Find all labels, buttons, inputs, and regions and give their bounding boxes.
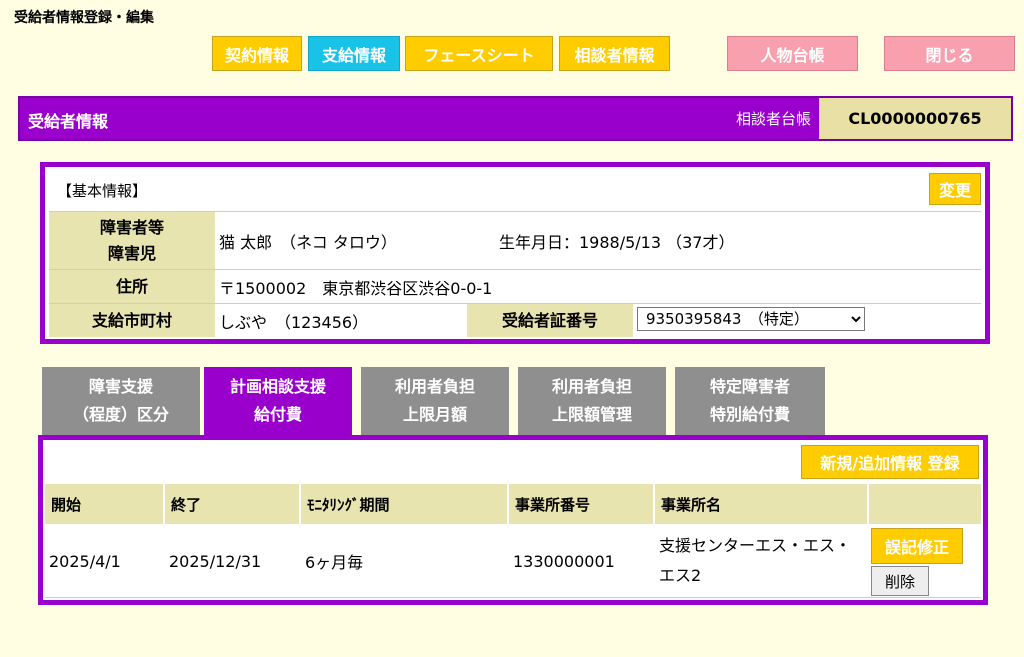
new-registration-button[interactable]: 新規/追加情報 登録 bbox=[801, 445, 979, 479]
address-row: 住所 〒1500002 東京都渋谷区渋谷0-0-1 bbox=[49, 269, 981, 303]
cell-end: 2025/12/31 bbox=[169, 551, 262, 571]
ledger-label: 相談者台帳 bbox=[735, 110, 811, 128]
tab-user-burden-management[interactable]: 利用者負担 上限額管理 bbox=[518, 367, 666, 435]
municipality-row: 支給市町村 しぶや （123456） 受給者証番号 9350395843 （特定… bbox=[49, 303, 981, 337]
tab-plan-consultation[interactable]: 計画相談支援 給付費 bbox=[204, 367, 352, 435]
col-start: 開始 bbox=[45, 484, 165, 524]
table-header-row: 開始 終了 ﾓﾆﾀﾘﾝｸﾞ期間 事業所番号 事業所名 bbox=[45, 484, 981, 524]
birth-date: 生年月日：1988/5/13 （37才） bbox=[499, 232, 735, 252]
tab-label-line1: 特定障害者 bbox=[709, 377, 790, 396]
tab-label-line2: 特別給付費 bbox=[709, 405, 790, 424]
tab-disability-level[interactable]: 障害支援 （程度）区分 bbox=[42, 367, 200, 435]
delete-button[interactable]: 削除 bbox=[871, 566, 929, 596]
contract-info-button[interactable]: 契約情報 bbox=[212, 36, 302, 71]
table-row: 2025/4/1 2025/12/31 6ヶ月毎 1330000001 支援セン… bbox=[45, 524, 981, 598]
tab-special-benefit[interactable]: 特定障害者 特別給付費 bbox=[675, 367, 825, 435]
page-title: 受給者情報登録・編集 bbox=[14, 10, 154, 26]
person-label-line1: 障害者等 bbox=[99, 217, 164, 237]
tab-label-line2: （程度）区分 bbox=[72, 405, 169, 424]
person-row: 障害者等 障害児 猫 太郎 （ネコ タロウ） 生年月日：1988/5/13 （3… bbox=[49, 211, 981, 269]
recipient-header-bar: 受給者情報 相談者台帳 CL0000000765 bbox=[18, 96, 1013, 141]
close-button[interactable]: 閉じる bbox=[884, 36, 1015, 71]
change-button[interactable]: 変更 bbox=[929, 173, 981, 205]
plan-consultation-panel: 新規/追加情報 登録 開始 終了 ﾓﾆﾀﾘﾝｸﾞ期間 事業所番号 事業所名 20… bbox=[38, 435, 988, 605]
address-value: 〒1500002 東京都渋谷区渋谷0-0-1 bbox=[219, 278, 493, 298]
tab-label-line1: 障害支援 bbox=[88, 377, 153, 396]
tab-user-burden-monthly[interactable]: 利用者負担 上限月額 bbox=[361, 367, 509, 435]
person-label: 障害者等 障害児 bbox=[49, 212, 215, 269]
payment-info-button[interactable]: 支給情報 bbox=[308, 36, 400, 71]
cell-monitoring-period: 6ヶ月毎 bbox=[305, 553, 364, 572]
consultant-info-button[interactable]: 相談者情報 bbox=[559, 36, 670, 71]
correction-button[interactable]: 誤記修正 bbox=[871, 528, 963, 564]
facesheet-button[interactable]: フェースシート bbox=[405, 36, 553, 71]
person-name: 猫 太郎 （ネコ タロウ） bbox=[219, 232, 397, 252]
col-actions bbox=[869, 484, 981, 524]
tab-label-line2: 上限月額 bbox=[402, 405, 467, 424]
cert-number-select[interactable]: 9350395843 （特定） bbox=[637, 307, 865, 331]
address-label: 住所 bbox=[49, 270, 215, 303]
cert-number-label: 受給者証番号 bbox=[467, 304, 633, 337]
person-ledger-button[interactable]: 人物台帳 bbox=[727, 36, 858, 71]
municipality-label: 支給市町村 bbox=[49, 304, 215, 337]
tab-label-line1: 利用者負担 bbox=[394, 377, 475, 396]
col-office-number: 事業所番号 bbox=[509, 484, 655, 524]
cell-office-name: 支援センターエス・エス・エス2 bbox=[659, 536, 852, 585]
municipality-value: しぶや （123456） bbox=[219, 312, 369, 332]
recipient-header-title: 受給者情報 bbox=[28, 112, 109, 131]
tab-label-line2: 上限額管理 bbox=[551, 405, 632, 424]
cell-office-number: 1330000001 bbox=[513, 551, 615, 571]
basic-info-label: 【基本情報】 bbox=[57, 182, 148, 200]
tab-label-line2: 給付費 bbox=[253, 405, 302, 424]
tab-label-line1: 利用者負担 bbox=[551, 377, 632, 396]
basic-info-panel: 【基本情報】 変更 障害者等 障害児 猫 太郎 （ネコ タロウ） 生年月日：19… bbox=[40, 162, 990, 344]
ledger-id: CL0000000765 bbox=[819, 98, 1011, 139]
cell-start: 2025/4/1 bbox=[49, 551, 121, 571]
tab-label-line1: 計画相談支援 bbox=[229, 377, 326, 396]
col-office-name: 事業所名 bbox=[655, 484, 869, 524]
person-label-line2: 障害児 bbox=[107, 243, 156, 263]
col-end: 終了 bbox=[165, 484, 301, 524]
col-monitoring-period: ﾓﾆﾀﾘﾝｸﾞ期間 bbox=[301, 484, 509, 524]
